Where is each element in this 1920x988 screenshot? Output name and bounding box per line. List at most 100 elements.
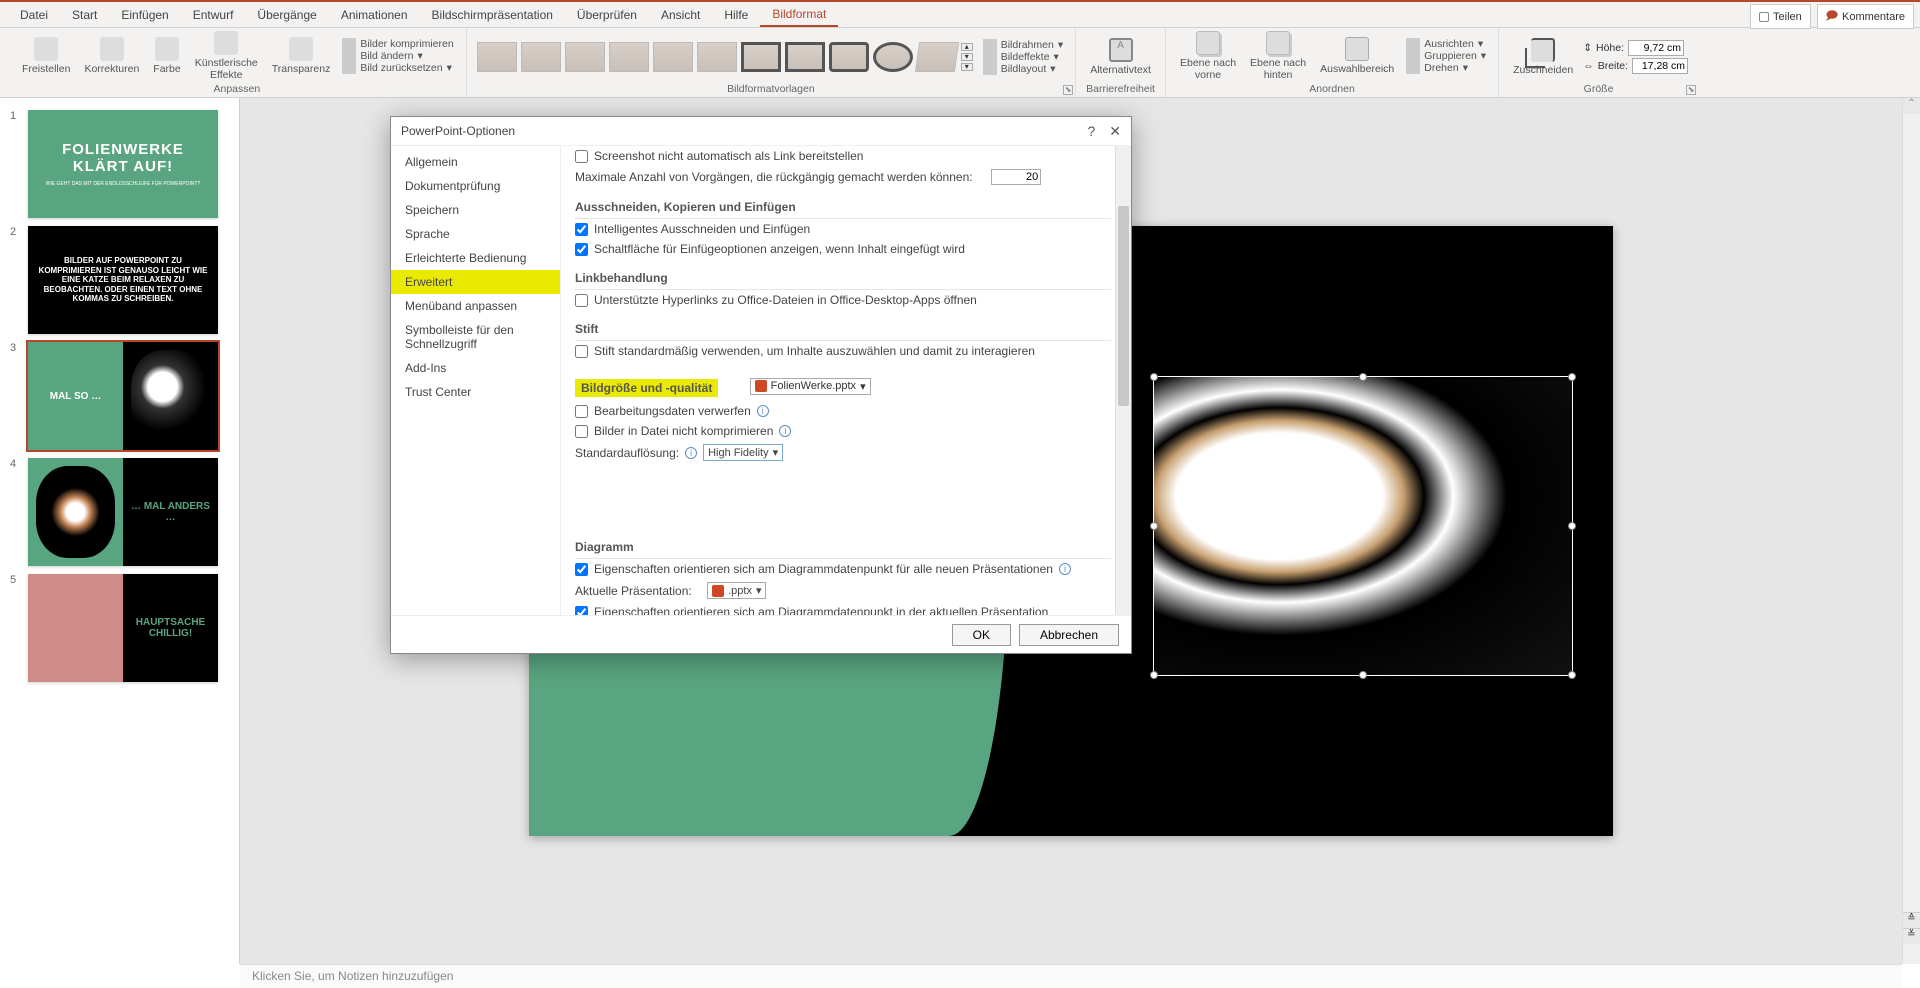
nav-erweitert[interactable]: Erweitert — [391, 270, 560, 294]
info-icon[interactable]: i — [757, 405, 769, 417]
resize-handle[interactable] — [1359, 373, 1367, 381]
tab-hilfe[interactable]: Hilfe — [712, 4, 760, 26]
nav-menueband[interactable]: Menüband anpassen — [391, 294, 560, 318]
nav-sprache[interactable]: Sprache — [391, 222, 560, 246]
ok-button[interactable]: OK — [952, 624, 1011, 646]
resize-handle[interactable] — [1568, 671, 1576, 679]
style-thumb[interactable] — [785, 42, 825, 72]
send-backward-button[interactable]: Ebene nach hinten — [1246, 29, 1310, 83]
slide-thumb-5[interactable]: HAUPTSACHE CHILLIG! — [28, 574, 218, 682]
hyperlink-checkbox[interactable] — [575, 294, 588, 307]
change-picture-button[interactable]: Bild ändern ▾ — [340, 50, 455, 62]
resize-handle[interactable] — [1150, 522, 1158, 530]
style-thumb[interactable] — [521, 42, 561, 72]
pen-checkbox[interactable] — [575, 345, 588, 358]
paste-options-checkbox[interactable] — [575, 243, 588, 256]
chart-prop1-checkbox[interactable] — [575, 563, 588, 576]
crop-button[interactable]: Zuschneiden — [1509, 36, 1577, 78]
help-icon[interactable]: ? — [1087, 123, 1095, 140]
nav-addins[interactable]: Add-Ins — [391, 356, 560, 380]
resize-handle[interactable] — [1150, 671, 1158, 679]
style-thumb[interactable] — [653, 42, 693, 72]
notes-pane[interactable]: Klicken Sie, um Notizen hinzuzufügen — [240, 964, 1902, 988]
tab-entwurf[interactable]: Entwurf — [181, 4, 246, 26]
screenshot-link-checkbox[interactable] — [575, 150, 588, 163]
tab-start[interactable]: Start — [60, 4, 109, 26]
smart-cut-checkbox[interactable] — [575, 223, 588, 236]
tab-uebergaenge[interactable]: Übergänge — [245, 4, 328, 26]
share-button[interactable]: Teilen — [1750, 4, 1811, 29]
comments-button[interactable]: 🗩Kommentare — [1817, 4, 1914, 29]
transparency-button[interactable]: Transparenz — [268, 35, 335, 77]
style-thumb[interactable] — [697, 42, 737, 72]
nav-symbolleiste[interactable]: Symbolleiste für den Schnellzugriff — [391, 318, 560, 356]
picture-border-button[interactable]: Bildrahmen ▾ — [981, 39, 1065, 51]
style-thumb[interactable] — [873, 42, 913, 72]
tab-animationen[interactable]: Animationen — [329, 4, 420, 26]
dialog-launcher-size[interactable]: ⬊ — [1686, 85, 1696, 95]
gallery-expand[interactable]: ▴▾▾ — [961, 43, 975, 71]
info-icon[interactable]: i — [779, 425, 791, 437]
corrections-button[interactable]: Korrekturen — [80, 35, 143, 77]
width-input[interactable] — [1632, 58, 1688, 74]
current-pres-combo[interactable]: .pptx ▾ — [707, 582, 766, 599]
resize-handle[interactable] — [1568, 522, 1576, 530]
style-thumb[interactable] — [565, 42, 605, 72]
slide-thumb-4[interactable]: … MAL ANDERS … — [28, 458, 218, 566]
scrollbar-thumb[interactable] — [1118, 206, 1129, 406]
align-button[interactable]: Ausrichten ▾ — [1404, 38, 1488, 50]
compress-pictures-button[interactable]: Bilder komprimieren — [340, 38, 455, 50]
picture-effects-button[interactable]: Bildeffekte ▾ — [981, 51, 1065, 63]
tab-bildformat[interactable]: Bildformat — [760, 3, 838, 27]
style-thumb[interactable] — [609, 42, 649, 72]
image-file-combo[interactable]: FolienWerke.pptx ▾ — [750, 378, 871, 395]
artistic-effects-button[interactable]: Künstlerische Effekte — [191, 29, 262, 83]
prev-slide[interactable]: ≙ — [1903, 912, 1920, 928]
info-icon[interactable]: i — [1059, 563, 1071, 575]
nav-trustcenter[interactable]: Trust Center — [391, 380, 560, 404]
nav-speichern[interactable]: Speichern — [391, 198, 560, 222]
style-thumb[interactable] — [829, 42, 869, 72]
vertical-scrollbar[interactable]: ⌃ ≙ ≚ — [1902, 98, 1920, 964]
style-thumb[interactable] — [477, 42, 517, 72]
tab-datei[interactable]: Datei — [8, 4, 60, 26]
resize-handle[interactable] — [1150, 373, 1158, 381]
tab-bildschirm[interactable]: Bildschirmpräsentation — [420, 4, 565, 26]
info-icon[interactable]: i — [685, 447, 697, 459]
resize-handle[interactable] — [1568, 373, 1576, 381]
nav-allgemein[interactable]: Allgemein — [391, 150, 560, 174]
undo-spinner[interactable] — [991, 169, 1041, 185]
scroll-up[interactable]: ⌃ — [1903, 98, 1920, 114]
picture-styles-gallery[interactable]: ▴▾▾ — [477, 42, 975, 72]
resolution-combo[interactable]: High Fidelity ▾ — [703, 444, 783, 461]
tab-ueberpruefen[interactable]: Überprüfen — [565, 4, 649, 26]
nav-dokumentpruefung[interactable]: Dokumentprüfung — [391, 174, 560, 198]
cancel-button[interactable]: Abbrechen — [1019, 624, 1119, 646]
style-thumb[interactable] — [915, 42, 959, 72]
close-icon[interactable]: ✕ — [1109, 123, 1121, 140]
resize-handle[interactable] — [1359, 671, 1367, 679]
slide-thumb-1[interactable]: FOLIENWERKE KLÄRT AUF! WIE GEHT DAS MIT … — [28, 110, 218, 218]
discard-edit-checkbox[interactable] — [575, 405, 588, 418]
alt-text-button[interactable]: Alternativtext — [1086, 36, 1155, 78]
slide-thumb-2[interactable]: BILDER AUF POWERPOINT ZU KOMPRIMIEREN IS… — [28, 226, 218, 334]
remove-background-button[interactable]: Freistellen — [18, 35, 74, 77]
rotate-button[interactable]: Drehen ▾ — [1404, 62, 1488, 74]
no-compress-checkbox[interactable] — [575, 425, 588, 438]
color-button[interactable]: Farbe — [149, 35, 184, 77]
chart-prop2-checkbox[interactable] — [575, 606, 588, 616]
reset-picture-button[interactable]: Bild zurücksetzen ▾ — [340, 62, 455, 74]
style-thumb[interactable] — [741, 42, 781, 72]
tab-ansicht[interactable]: Ansicht — [649, 4, 712, 26]
slide-thumb-3[interactable]: MAL SO … — [28, 342, 218, 450]
dialog-scrollbar[interactable] — [1115, 146, 1131, 615]
selection-pane-button[interactable]: Auswahlbereich — [1316, 35, 1398, 77]
group-button[interactable]: Gruppieren ▾ — [1404, 50, 1488, 62]
bring-forward-button[interactable]: Ebene nach vorne — [1176, 29, 1240, 83]
selected-picture[interactable] — [1153, 376, 1573, 676]
next-slide[interactable]: ≚ — [1903, 928, 1920, 944]
tab-einfuegen[interactable]: Einfügen — [109, 4, 180, 26]
picture-layout-button[interactable]: Bildlayout ▾ — [981, 63, 1065, 75]
nav-erleichterte[interactable]: Erleichterte Bedienung — [391, 246, 560, 270]
dialog-launcher-styles[interactable]: ⬊ — [1063, 85, 1073, 95]
